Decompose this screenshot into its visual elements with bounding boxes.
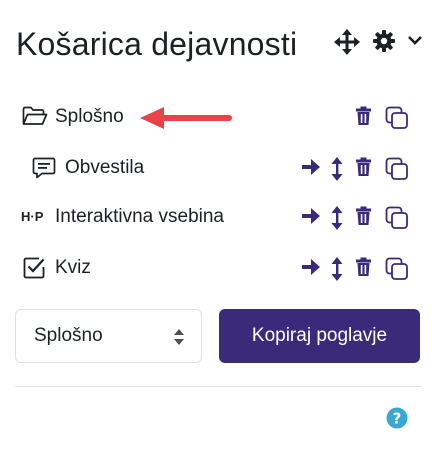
divider [15,386,421,387]
delete-icon[interactable] [355,106,372,131]
delete-icon[interactable] [355,157,372,182]
copy-icon[interactable] [385,106,409,135]
copy-icon[interactable] [385,157,409,186]
annotation-arrow [138,104,234,137]
list-item-activity: Obvestila [0,152,436,184]
reorder-icon[interactable] [331,257,343,286]
block-title: Košarica dejavnosti [16,26,298,62]
block-header: Košarica dejavnosti [16,24,422,64]
question-circle-icon[interactable]: ? [386,407,408,434]
list-item-activity: H·P Interaktivna vsebina [0,201,436,233]
forum-comment-icon [32,156,56,185]
delete-icon[interactable] [355,257,372,282]
gear-icon[interactable] [372,29,396,58]
h5p-icon: H·P [21,209,44,224]
quiz-checkbox-icon [23,257,45,284]
copy-icon[interactable] [385,206,409,235]
sort-icon [173,328,185,351]
chevron-down-icon[interactable] [407,33,423,51]
move-icon[interactable] [334,29,360,60]
item-label[interactable]: Interaktivna vsebina [55,201,224,233]
reorder-icon[interactable] [331,206,343,235]
reorder-icon[interactable] [331,157,343,186]
section-select-value: Splošno [34,325,103,346]
copy-icon[interactable] [385,257,409,286]
svg-text:?: ? [393,410,402,428]
copy-section-button[interactable]: Kopiraj poglavje [219,309,420,363]
list-item-activity: Kviz [0,252,436,284]
move-to-icon[interactable] [301,157,321,182]
item-label[interactable]: Kviz [55,252,91,284]
section-select[interactable]: Splošno [15,309,202,363]
folder-open-icon [22,105,48,132]
delete-icon[interactable] [355,206,372,231]
item-label[interactable]: Splošno [55,101,124,133]
item-label[interactable]: Obvestila [65,152,144,184]
move-to-icon[interactable] [301,257,321,282]
move-to-icon[interactable] [301,206,321,231]
